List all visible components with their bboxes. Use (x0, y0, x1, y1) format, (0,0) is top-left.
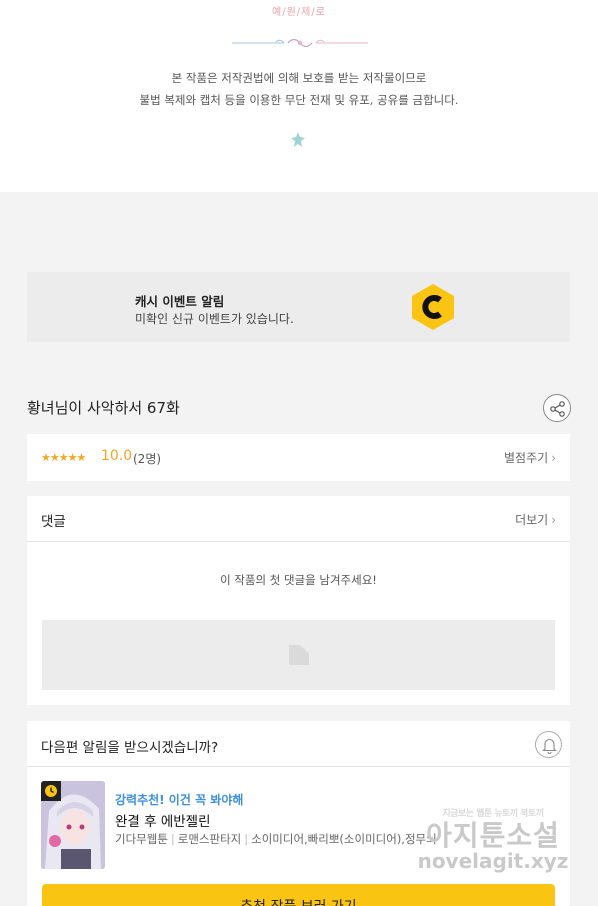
next-episode-card: 다음편 알림을 받으시겠습니까? 강력추천! 이건 꼭 봐야해 완결 후 에반젤… (27, 721, 570, 906)
recommend-label: 강력추천! 이건 꼭 봐야해 (115, 793, 244, 807)
cash-event-banner[interactable]: 캐시 이벤트 알림 미확인 신규 이벤트가 있습니다. (27, 272, 570, 342)
studio-credit: 예/원/제/로 (272, 7, 326, 18)
cash-event-title: 캐시 이벤트 알림 (135, 294, 225, 309)
cash-logo-icon (412, 284, 454, 330)
chevron-right-icon: › (551, 513, 556, 527)
meta-separator: | (244, 832, 249, 846)
copyright-section: 예/원/제/로 본 작품은 저작권법에 의해 보호를 받는 저작물이므로 불법 … (0, 0, 598, 192)
rate-button[interactable]: 별점주기 › (504, 449, 556, 466)
recommend-button[interactable]: 추천 작품 보러 가기 (42, 884, 555, 906)
copyright-line-2: 불법 복제와 캡처 등을 이용한 무단 전재 및 유포, 공유를 금합니다. (139, 93, 459, 107)
share-button[interactable] (543, 394, 571, 422)
comments-title: 댓글 (41, 514, 66, 530)
comments-more-label: 더보기 (515, 513, 549, 527)
recommended-thumbnail[interactable] (41, 781, 105, 869)
ad-placeholder (42, 620, 555, 690)
episode-title: 황녀님이 사악하서 67화 (27, 399, 180, 417)
meta-genre: 로맨스판타지 (177, 832, 242, 846)
notify-toggle-button[interactable] (535, 731, 562, 758)
rating-score: 10.0 (101, 448, 133, 464)
rating-stars: ★★★★★ (41, 451, 86, 464)
copyright-line-1: 본 작품은 저작권법에 의해 보호를 받는 저작물이므로 (171, 71, 427, 85)
meta-category: 기다무웹툰 (115, 832, 168, 846)
meta-authors: 소이미디어,빠리뽀(소이미디어),정무늬 (251, 832, 437, 846)
rating-count: (2명) (133, 452, 162, 466)
rate-label: 별점주기 (504, 451, 549, 465)
comments-more-button[interactable]: 더보기 › (515, 511, 556, 528)
fleur-icon (291, 132, 305, 147)
wait-free-badge (41, 781, 61, 801)
ornament-divider-icon (232, 38, 368, 48)
divider (27, 766, 570, 767)
share-icon (550, 401, 565, 417)
clock-icon (45, 785, 57, 797)
recommend-title[interactable]: 완결 후 에반젤린 (115, 810, 211, 830)
chevron-right-icon: › (551, 451, 556, 465)
comments-card: 댓글 더보기 › 이 작품의 첫 댓글을 남겨주세요! (27, 496, 570, 705)
meta-separator: | (170, 832, 175, 846)
image-placeholder-icon (289, 645, 309, 665)
next-alert-question: 다음편 알림을 받으시겠습니까? (41, 740, 219, 756)
divider (27, 541, 570, 542)
recommend-meta: 기다무웹툰 | 로맨스판타지 | 소이미디어,빠리뽀(소이미디어),정무늬 (115, 831, 437, 847)
rating-card: ★★★★★ 10.0 (2명) 별점주기 › (27, 434, 570, 481)
bell-icon (542, 738, 557, 754)
cash-event-subtitle: 미확인 신규 이벤트가 있습니다. (135, 312, 294, 326)
comments-empty-text: 이 작품의 첫 댓글을 남겨주세요! (220, 573, 377, 587)
